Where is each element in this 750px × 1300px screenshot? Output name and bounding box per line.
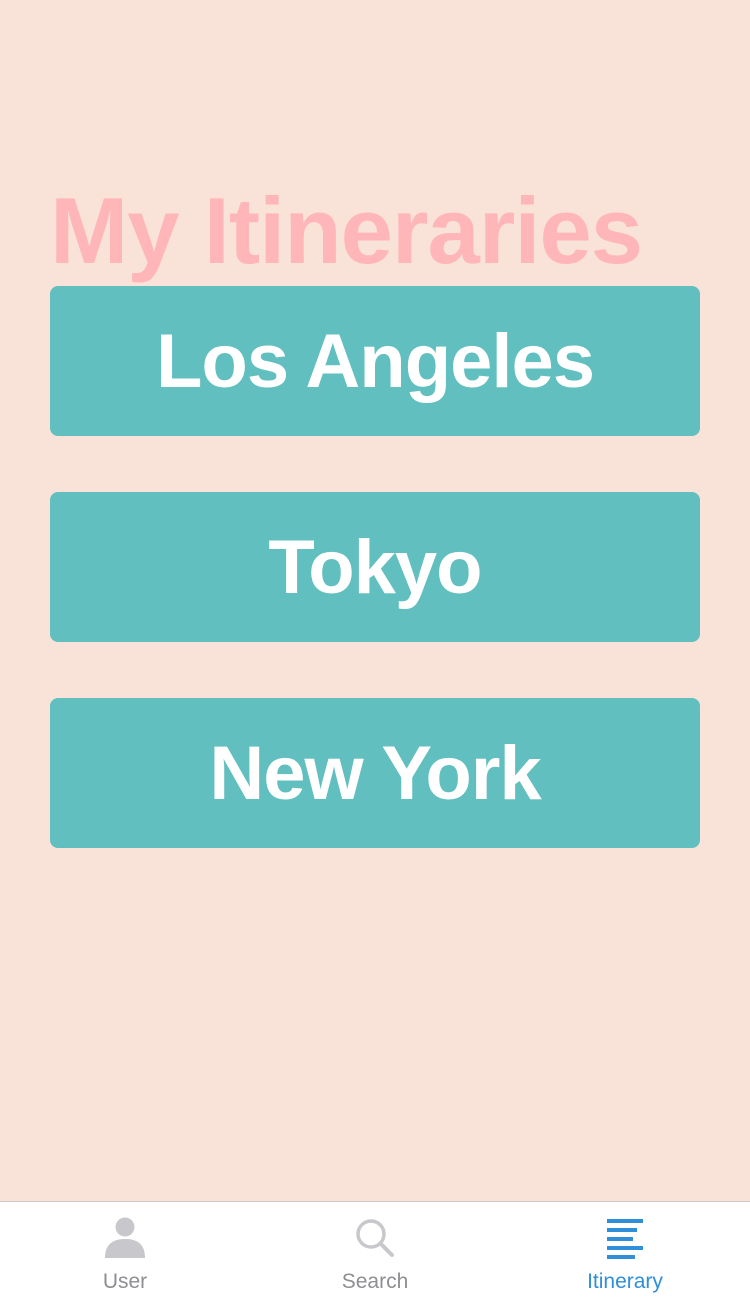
tab-search-label: Search [341, 1270, 409, 1293]
user-icon [105, 1217, 145, 1258]
list-icon [607, 1219, 643, 1259]
tab-user[interactable]: User [0, 1202, 250, 1300]
itinerary-button-new-york[interactable]: New York [50, 698, 700, 848]
itinerary-list: Los Angeles Tokyo New York [50, 286, 700, 904]
tab-bar: User Search Itinerary [0, 1201, 750, 1300]
tab-itinerary[interactable]: Itinerary [500, 1202, 750, 1300]
page-title: My Itineraries [50, 178, 643, 283]
tab-itinerary-label: Itinerary [587, 1270, 663, 1293]
tab-search[interactable]: Search [250, 1202, 500, 1300]
itinerary-button-tokyo[interactable]: Tokyo [50, 492, 700, 642]
search-icon [356, 1219, 394, 1257]
tab-user-label: User [102, 1270, 148, 1293]
itinerary-button-los-angeles[interactable]: Los Angeles [50, 286, 700, 436]
